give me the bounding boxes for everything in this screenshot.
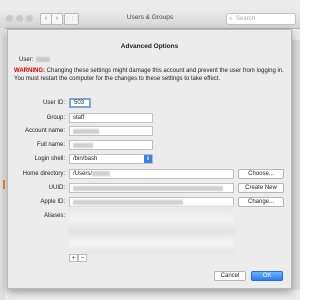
sheet-title: Advanced Options [120,43,179,50]
account-name-field[interactable] [69,126,153,136]
sidebar-accent [3,180,5,189]
user-id-label: User ID: [42,100,65,106]
home-directory-field[interactable]: /Users/ [69,169,234,179]
home-directory-value: /Users/ [73,171,93,177]
login-shell-select[interactable]: /bin/bash ⇕ [69,154,153,164]
login-shell-value: /bin/bash [73,156,98,162]
aliases-label: Aliases: [43,213,65,219]
uuid-label: UUID: [48,185,65,191]
add-alias-button[interactable]: + [69,254,78,262]
user-id-field[interactable]: 503 [69,98,91,108]
warning-message: WARNING: Changing these settings might d… [14,67,286,83]
redacted-uuid [73,186,223,191]
uuid-field[interactable] [69,183,234,193]
group-field[interactable]: staff [69,113,153,123]
search-icon: ⌕ [229,16,233,22]
redacted-username [36,57,51,62]
ok-button[interactable]: OK [251,271,283,281]
full-name-label: Full name: [36,142,65,148]
choose-button[interactable]: Choose... [238,169,284,179]
login-shell-label: Login shell: [34,156,65,162]
create-new-button[interactable]: Create New [238,183,284,193]
user-label: User: [19,57,34,64]
search-field[interactable]: ⌕ Search [226,13,296,25]
apple-id-label: Apple ID: [40,199,65,205]
advanced-options-sheet: Advanced Options User: WARNING: Changing… [7,29,292,289]
remove-alias-button[interactable]: − [78,254,87,262]
chevron-updown-icon: ⇕ [144,155,152,163]
home-directory-label: Home directory: [22,171,65,177]
account-name-label: Account name: [24,128,65,134]
group-label: Group: [46,115,65,121]
warning-text: Changing these settings might damage thi… [14,68,284,82]
sidebar-edge [0,28,5,300]
window-titlebar: ‹ › ⋮⋮⋮ Users & Groups ⌕ Search [0,9,300,29]
user-line: User: [19,57,51,64]
cancel-button[interactable]: Cancel [214,271,246,281]
redacted-full-name [73,143,93,148]
aliases-list[interactable] [69,205,234,253]
redacted-home-suffix [92,170,111,176]
full-name-field[interactable] [69,140,153,150]
warning-label: WARNING: [14,68,45,74]
change-button[interactable]: Change... [238,197,284,207]
search-placeholder: Search [236,16,256,22]
redacted-account-name [73,129,99,134]
window-right-edge [291,40,300,290]
